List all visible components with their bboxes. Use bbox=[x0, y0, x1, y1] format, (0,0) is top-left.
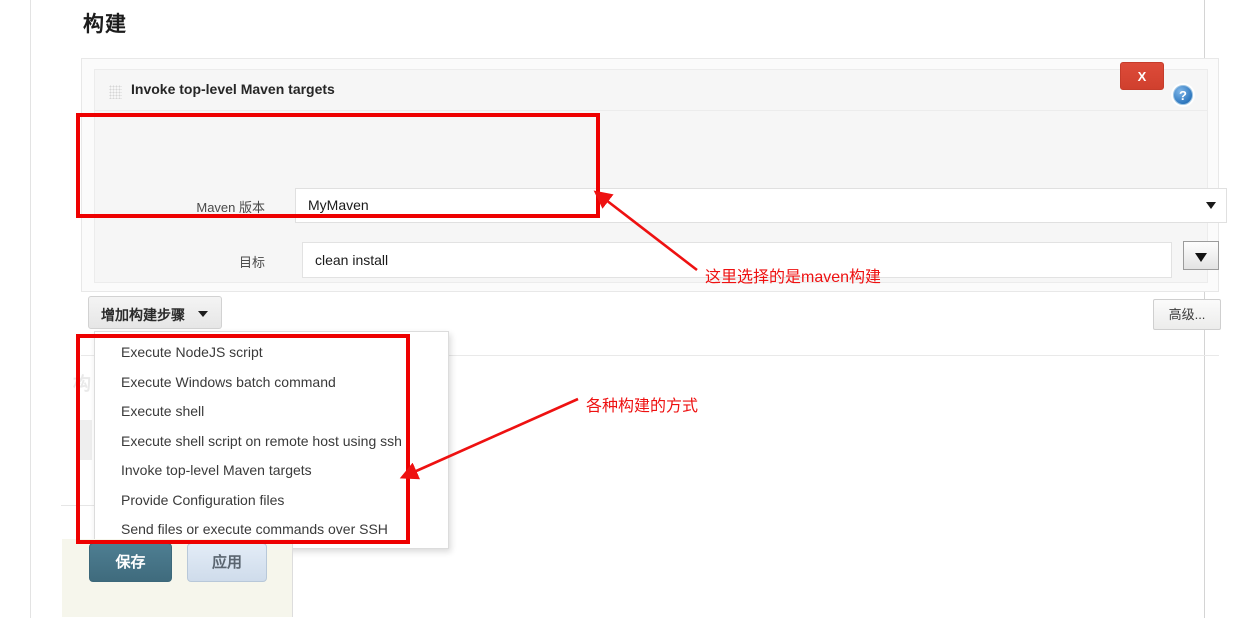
delete-build-step-button[interactable]: X bbox=[1120, 62, 1164, 90]
build-step-panel-inner: Invoke top-level Maven targets Maven 版本 … bbox=[94, 69, 1227, 330]
advanced-button[interactable]: 高级... bbox=[1153, 299, 1221, 330]
page-title: 构建 bbox=[83, 13, 127, 36]
menu-item[interactable]: Provide Configuration files bbox=[95, 486, 448, 516]
obscured-section-block bbox=[76, 420, 92, 460]
build-step-panel: Invoke top-level Maven targets Maven 版本 … bbox=[81, 58, 1227, 330]
menu-item[interactable]: Invoke top-level Maven targets bbox=[95, 456, 448, 486]
maven-version-label: Maven 版本 bbox=[196, 200, 265, 215]
build-step-title: Invoke top-level Maven targets bbox=[131, 81, 335, 97]
page-frame: 构建 Invoke top-level Maven targets Maven … bbox=[30, 0, 1227, 618]
add-build-step-label: 增加构建步骤 bbox=[101, 307, 185, 323]
build-step-header: Invoke top-level Maven targets bbox=[95, 70, 1207, 111]
maven-version-select[interactable]: MyMaven bbox=[295, 188, 1227, 223]
drag-handle-icon[interactable] bbox=[109, 85, 122, 99]
obscured-section-heading: 构 bbox=[73, 374, 91, 394]
maven-version-value: MyMaven bbox=[308, 197, 369, 213]
goals-input[interactable] bbox=[302, 242, 1172, 278]
add-build-step-button[interactable]: 增加构建步骤 bbox=[88, 296, 222, 329]
chevron-down-icon bbox=[1195, 253, 1207, 262]
menu-item[interactable]: Execute NodeJS script bbox=[95, 338, 448, 368]
menu-item[interactable]: Execute Windows batch command bbox=[95, 368, 448, 398]
goals-dropdown-button[interactable] bbox=[1183, 241, 1219, 270]
help-icon[interactable]: ? bbox=[1173, 85, 1193, 105]
menu-item[interactable]: Execute shell script on remote host usin… bbox=[95, 427, 448, 457]
build-step-type-menu[interactable]: Execute NodeJS script Execute Windows ba… bbox=[94, 331, 449, 549]
chevron-down-icon bbox=[1206, 202, 1216, 209]
goals-label: 目标 bbox=[238, 255, 265, 270]
chevron-down-icon bbox=[198, 311, 208, 317]
save-button[interactable]: 保存 bbox=[89, 543, 172, 582]
apply-button[interactable]: 应用 bbox=[187, 543, 267, 582]
menu-item[interactable]: Execute shell bbox=[95, 397, 448, 427]
